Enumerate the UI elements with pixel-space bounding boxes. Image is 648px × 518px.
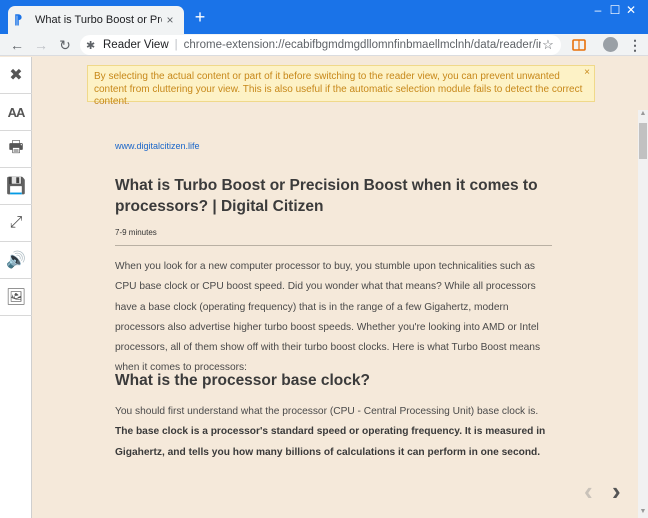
text-to-speech-icon[interactable]: 🔊 — [0, 242, 32, 279]
back-arrow-icon[interactable]: ← — [7, 35, 27, 55]
page-scrollbar[interactable]: ▲ ▼ — [638, 110, 648, 518]
browser-menu-icon[interactable]: ⋮ — [628, 35, 642, 55]
toggle-images-icon[interactable]: 🖼 — [0, 279, 32, 316]
read-time: 7-9 minutes — [115, 228, 157, 237]
source-link[interactable]: www.digitalcitizen.life — [115, 141, 551, 151]
omnibox-label: Reader View — [103, 39, 169, 51]
reader-view-extension-icon[interactable] — [572, 38, 586, 52]
fullscreen-icon[interactable]: ⤢ — [0, 205, 32, 242]
reader-sidebar: ✖ AA 🖶 💾 ⤢ 🔊 🖼 — [0, 57, 32, 518]
font-settings-icon[interactable]: AA — [0, 94, 32, 131]
notice-text: By selecting the actual content or part … — [94, 71, 583, 107]
tab-title: What is Turbo Boost or Precision — [35, 14, 162, 26]
close-reader-icon[interactable]: ✖ — [0, 57, 32, 94]
title-divider — [115, 245, 552, 246]
article: www.digitalcitizen.life What is Turbo Bo… — [115, 141, 552, 458]
address-bar[interactable]: ✱ Reader View | chrome-extension://ecabi… — [80, 35, 561, 55]
article-title: What is Turbo Boost or Precision Boost w… — [115, 177, 538, 215]
new-tab-button[interactable]: + — [191, 8, 209, 26]
notice-close-icon[interactable]: × — [584, 67, 590, 80]
section-heading: What is the processor base clock? — [115, 372, 370, 389]
save-icon[interactable]: 💾 — [0, 168, 32, 205]
omnibox-separator: | — [174, 39, 178, 51]
scroll-down-arrow-icon[interactable]: ▼ — [638, 508, 648, 518]
tab-close-icon[interactable]: × — [162, 13, 178, 27]
digital-citizen-favicon-icon: ⁋ — [14, 12, 23, 27]
next-page-icon[interactable]: › — [612, 476, 621, 507]
browser-toolbar: ← → ↻ ✱ Reader View | chrome-extension:/… — [0, 34, 648, 56]
close-window-button[interactable]: ✕ — [614, 0, 648, 20]
browser-tab[interactable]: ⁋ What is Turbo Boost or Precision × — [8, 6, 184, 34]
paragraph-base-clock-plain: You should first understand what the pro… — [115, 406, 539, 417]
paragraph-base-clock-bold: The base clock is a processor's standard… — [115, 426, 546, 458]
previous-page-icon[interactable]: ‹ — [584, 476, 593, 507]
paragraph-base-clock: You should first understand what the pro… — [115, 406, 546, 458]
scroll-up-arrow-icon[interactable]: ▲ — [638, 110, 648, 120]
url-text[interactable]: chrome-extension://ecabifbgmdmgdllomnfin… — [184, 39, 541, 51]
forward-arrow-icon[interactable]: → — [31, 35, 51, 55]
reload-icon[interactable]: ↻ — [55, 35, 75, 55]
profile-avatar-icon[interactable] — [603, 37, 618, 52]
bookmark-star-icon[interactable]: ☆ — [541, 37, 555, 53]
print-icon[interactable]: 🖶 — [0, 131, 32, 168]
title-bar: ⁋ What is Turbo Boost or Precision × + –… — [0, 0, 648, 34]
scroll-thumb[interactable] — [639, 123, 647, 159]
selection-tip-notice: By selecting the actual content or part … — [87, 65, 595, 107]
paragraph-intro: When you look for a new computer process… — [115, 261, 541, 374]
puzzle-extension-icon: ✱ — [86, 39, 96, 52]
